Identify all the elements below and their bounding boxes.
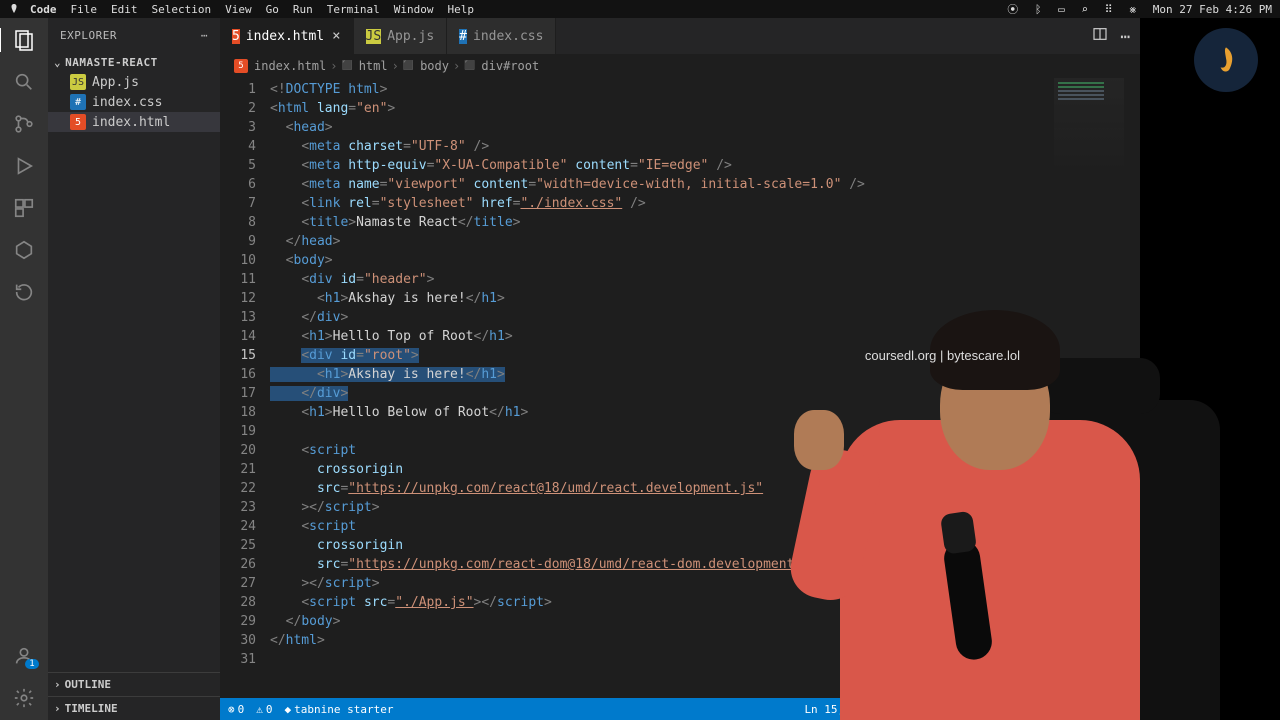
- menubar-item-run[interactable]: Run: [293, 3, 313, 16]
- css-file-icon: #: [70, 94, 86, 110]
- status-tabnine[interactable]: ◆ tabnine starter: [285, 703, 394, 716]
- breadcrumb-segment[interactable]: index.html: [254, 59, 326, 73]
- extensions-icon[interactable]: [12, 196, 36, 220]
- accounts-icon[interactable]: 1: [12, 644, 36, 668]
- search-icon[interactable]: ⌕: [1081, 3, 1088, 16]
- breadcrumb[interactable]: 5index.html›⬛html›⬛body›⬛div#root: [220, 54, 1140, 78]
- breadcrumb-segment[interactable]: div#root: [481, 59, 539, 73]
- menubar-item-help[interactable]: Help: [447, 3, 474, 16]
- timeline-section[interactable]: ›TIMELINE: [48, 696, 220, 720]
- minimap[interactable]: [1054, 78, 1124, 198]
- bluetooth-icon[interactable]: ᛒ: [1035, 3, 1042, 16]
- presenter-overlay: [800, 320, 1220, 720]
- html-file-icon: 5: [70, 114, 86, 130]
- record-icon[interactable]: ⦿: [1007, 3, 1018, 16]
- project-folder[interactable]: ⌄ NAMASTE-REACT: [48, 53, 220, 72]
- breadcrumb-segment[interactable]: body: [420, 59, 449, 73]
- macos-menubar: Code File Edit Selection View Go Run Terminal W…: [0, 0, 1280, 18]
- close-tab-icon[interactable]: ×: [332, 28, 340, 44]
- file-item-index-html[interactable]: 5index.html: [48, 112, 220, 132]
- control-center-icon[interactable]: ⠿: [1105, 3, 1113, 16]
- status-errors[interactable]: ⊗ 0: [228, 703, 244, 716]
- run-debug-icon[interactable]: [12, 154, 36, 178]
- apple-icon[interactable]: [8, 3, 20, 15]
- tab-App-js[interactable]: JSApp.js: [354, 18, 448, 54]
- source-control-icon[interactable]: [12, 112, 36, 136]
- chevron-down-icon: ⌄: [54, 56, 61, 69]
- line-gutter: 1234567891011121314151617181920212223242…: [220, 78, 270, 720]
- battery-icon[interactable]: ▭: [1058, 3, 1065, 16]
- menubar-app-name[interactable]: Code: [30, 3, 57, 16]
- file-item-index-css[interactable]: #index.css: [48, 92, 220, 112]
- project-name: NAMASTE-REACT: [65, 56, 158, 69]
- hexagon-icon[interactable]: [12, 238, 36, 262]
- settings-gear-icon[interactable]: [12, 686, 36, 710]
- element-icon: ⬛: [464, 61, 475, 71]
- breadcrumb-segment[interactable]: html: [359, 59, 388, 73]
- sidebar-title: EXPLORER: [60, 29, 117, 42]
- editor-tabs: 5index.html×JSApp.js#index.css ⋯: [220, 18, 1140, 54]
- menubar-item-view[interactable]: View: [225, 3, 252, 16]
- js-file-icon: JS: [70, 74, 86, 90]
- watermark-text: coursedl.org | bytescare.lol: [865, 348, 1020, 363]
- wifi-icon[interactable]: ⨳: [1129, 3, 1136, 16]
- menubar-item-terminal[interactable]: Terminal: [327, 3, 380, 16]
- menubar-item-edit[interactable]: Edit: [111, 3, 138, 16]
- outline-section[interactable]: ›OUTLINE: [48, 672, 220, 696]
- element-icon: ⬛: [403, 61, 414, 71]
- chevron-right-icon: ›: [54, 702, 61, 715]
- menubar-right: ⦿ ᛒ ▭ ⌕ ⠿ ⨳ Mon 27 Feb 4:26 PM: [997, 1, 1272, 17]
- menubar-item-window[interactable]: Window: [394, 3, 434, 16]
- more-icon[interactable]: ⋯: [201, 29, 208, 42]
- element-icon: ⬛: [341, 61, 352, 71]
- sidebar-header: EXPLORER ⋯: [48, 18, 220, 53]
- menubar-clock[interactable]: Mon 27 Feb 4:26 PM: [1153, 3, 1272, 16]
- tab-index-html[interactable]: 5index.html×: [220, 18, 354, 54]
- split-editor-icon[interactable]: [1092, 26, 1108, 46]
- tab-index-css[interactable]: #index.css: [447, 18, 556, 54]
- file-item-App-js[interactable]: JSApp.js: [48, 72, 220, 92]
- explorer-sidebar: EXPLORER ⋯ ⌄ NAMASTE-REACT JSApp.js#inde…: [48, 18, 220, 720]
- html-file-icon: 5: [234, 59, 248, 73]
- explorer-icon[interactable]: [0, 28, 47, 52]
- html-file-icon: 5: [232, 29, 240, 44]
- activity-bar: 1: [0, 18, 48, 720]
- refresh-icon[interactable]: [12, 280, 36, 304]
- menubar-item-file[interactable]: File: [71, 3, 98, 16]
- js-file-icon: JS: [366, 29, 382, 44]
- menubar-item-go[interactable]: Go: [266, 3, 279, 16]
- more-actions-icon[interactable]: ⋯: [1120, 27, 1130, 46]
- accounts-badge: 1: [25, 659, 38, 669]
- menubar-item-selection[interactable]: Selection: [152, 3, 212, 16]
- css-file-icon: #: [459, 29, 467, 44]
- channel-logo: [1194, 28, 1258, 92]
- status-warnings[interactable]: ⚠ 0: [256, 703, 272, 716]
- search-icon[interactable]: [12, 70, 36, 94]
- chevron-right-icon: ›: [54, 678, 61, 691]
